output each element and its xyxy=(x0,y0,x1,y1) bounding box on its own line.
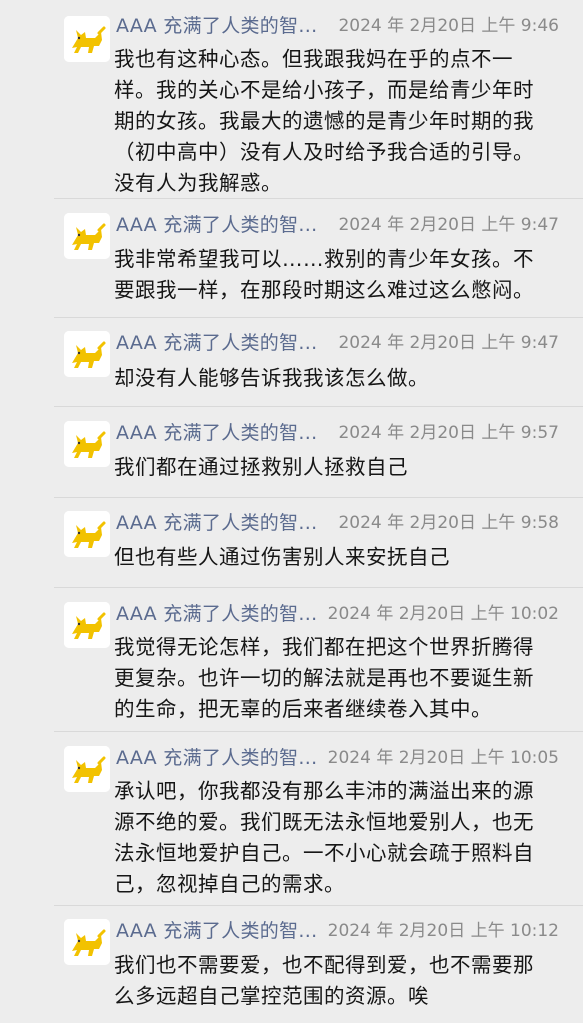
message-timestamp: 2024 年 2月20日 上午 10:02 xyxy=(327,604,559,624)
sender-name[interactable]: AAA 充满了人类的智... xyxy=(116,510,317,536)
message-text: 却没有人能够告诉我我该怎么做。 xyxy=(114,366,429,390)
sender-name[interactable]: AAA 充满了人类的智... xyxy=(116,601,317,627)
message-item[interactable]: AAA 充满了人类的智... 2024 年 2月20日 上午 10:02 我觉得… xyxy=(0,589,583,731)
sender-name[interactable]: AAA 充满了人类的智... xyxy=(116,745,317,771)
yellow-cat-avatar-icon[interactable] xyxy=(64,602,110,648)
message-text: 我们也不需要爱，也不配得到爱，也不需要那么多远超自己掌控范围的资源。唉 xyxy=(114,953,534,1008)
message-history-list: AAA 充满了人类的智... 2024 年 2月20日 上午 9:46 我也有这… xyxy=(0,0,583,1023)
message-timestamp: 2024 年 2月20日 上午 9:46 xyxy=(338,16,559,36)
divider xyxy=(54,198,583,199)
message-item[interactable]: AAA 充满了人类的智... 2024 年 2月20日 上午 9:57 我们都在… xyxy=(0,408,583,496)
divider xyxy=(54,406,583,407)
yellow-cat-avatar-icon[interactable] xyxy=(64,511,110,557)
message-item[interactable]: AAA 充满了人类的智... 2024 年 2月20日 上午 10:12 我们也… xyxy=(0,906,583,1023)
sender-name[interactable]: AAA 充满了人类的智... xyxy=(116,212,317,238)
message-text: 我们都在通过拯救别人拯救自己 xyxy=(114,455,408,479)
yellow-cat-avatar-icon[interactable] xyxy=(64,213,110,259)
yellow-cat-avatar-icon[interactable] xyxy=(64,746,110,792)
message-item[interactable]: AAA 充满了人类的智... 2024 年 2月20日 上午 10:05 承认吧… xyxy=(0,733,583,905)
sender-name[interactable]: AAA 充满了人类的智... xyxy=(116,918,317,944)
message-timestamp: 2024 年 2月20日 上午 9:47 xyxy=(338,215,559,235)
yellow-cat-avatar-icon[interactable] xyxy=(64,331,110,377)
message-item[interactable]: AAA 充满了人类的智... 2024 年 2月20日 上午 9:47 却没有人… xyxy=(0,318,583,406)
message-timestamp: 2024 年 2月20日 上午 10:05 xyxy=(327,748,559,768)
sender-name[interactable]: AAA 充满了人类的智... xyxy=(116,420,317,446)
message-item[interactable]: AAA 充满了人类的智... 2024 年 2月20日 上午 9:46 我也有这… xyxy=(0,0,583,198)
message-timestamp: 2024 年 2月20日 上午 9:58 xyxy=(338,513,559,533)
yellow-cat-avatar-icon[interactable] xyxy=(64,919,110,965)
message-timestamp: 2024 年 2月20日 上午 9:47 xyxy=(338,333,559,353)
message-text: 我觉得无论怎样，我们都在把这个世界折腾得更复杂。也许一切的解法就是再也不要诞生新… xyxy=(114,635,534,721)
message-timestamp: 2024 年 2月20日 上午 9:57 xyxy=(338,423,559,443)
message-text: 我非常希望我可以……救别的青少年女孩。不要跟我一样，在那段时期这么难过这么憋闷。 xyxy=(114,247,534,302)
message-item[interactable]: AAA 充满了人类的智... 2024 年 2月20日 上午 9:58 但也有些… xyxy=(0,498,583,588)
yellow-cat-avatar-icon[interactable] xyxy=(64,421,110,467)
message-text: 我也有这种心态。但我跟我妈在乎的点不一样。我的关心不是给小孩子，而是给青少年时期… xyxy=(114,47,534,195)
divider xyxy=(54,731,583,732)
sender-name[interactable]: AAA 充满了人类的智... xyxy=(116,13,317,39)
divider xyxy=(54,587,583,588)
sender-name[interactable]: AAA 充满了人类的智... xyxy=(116,330,317,356)
yellow-cat-avatar-icon[interactable] xyxy=(64,16,110,62)
message-timestamp: 2024 年 2月20日 上午 10:12 xyxy=(327,921,559,941)
message-text: 但也有些人通过伤害别人来安抚自己 xyxy=(114,545,450,569)
message-item[interactable]: AAA 充满了人类的智... 2024 年 2月20日 上午 9:47 我非常希… xyxy=(0,200,583,316)
message-text: 承认吧，你我都没有那么丰沛的满溢出来的源源不绝的爱。我们既无法永恒地爱别人，也无… xyxy=(114,779,534,896)
